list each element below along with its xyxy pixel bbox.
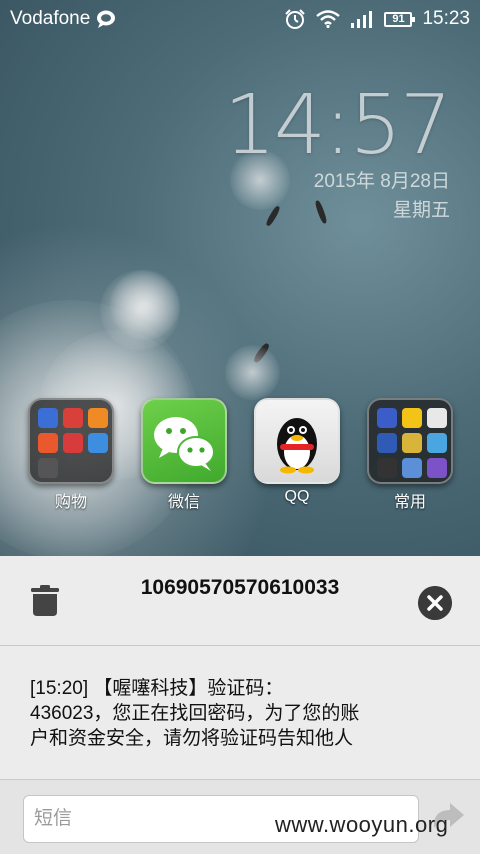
app-label: QQ	[284, 488, 310, 505]
mini-app-icon	[402, 458, 422, 478]
message-text-line: [15:20] 【喔噻科技】验证码：	[30, 678, 284, 699]
mini-app-icon	[377, 408, 397, 428]
app-wechat[interactable]: 微信	[140, 398, 228, 512]
mini-app-icon	[88, 408, 108, 428]
carrier-group: Vodafone	[10, 8, 116, 30]
app-label: 购物	[54, 494, 87, 511]
dandelion-seed	[314, 199, 328, 225]
wechat-bubbles-icon	[154, 417, 215, 471]
dandelion-fluff	[225, 345, 280, 400]
app-folder-shopping[interactable]: 购物	[27, 398, 115, 512]
mini-app-icon	[88, 433, 108, 453]
wechat-icon	[141, 398, 227, 484]
mini-app-icon	[427, 408, 447, 428]
close-icon[interactable]	[418, 586, 452, 620]
app-folder-common[interactable]: 常用	[366, 398, 454, 512]
mini-app-icon	[377, 433, 397, 453]
status-time: 15:23	[422, 8, 470, 29]
mini-app-icon	[63, 408, 83, 428]
watermark-text: www.wooyun.org	[275, 812, 449, 837]
message-sender: 10690570570610033	[140, 576, 340, 599]
mini-app-icon	[427, 458, 447, 478]
status-icons: 91 15:23	[284, 8, 470, 30]
message-bubble-icon	[97, 10, 116, 28]
mini-app-icon	[38, 408, 58, 428]
signal-icon	[351, 11, 373, 28]
shopping-folder-icon	[28, 398, 114, 484]
mini-app-icon	[402, 433, 422, 453]
common-folder-icon	[367, 398, 453, 484]
alarm-icon	[285, 9, 306, 29]
app-label: 常用	[393, 494, 426, 511]
wifi-icon	[316, 10, 341, 28]
app-qq[interactable]: QQ	[253, 398, 341, 506]
message-text-line: 436023，您正在找回密码，为了您的账	[30, 703, 360, 724]
message-popup-header: 10690570570610033	[0, 556, 480, 646]
mini-app-icon	[38, 433, 58, 453]
clock-widget-time[interactable]: 14:57	[224, 78, 452, 173]
app-label: 微信	[167, 494, 200, 511]
clock-widget-date: 2015年 8月28日	[313, 171, 450, 192]
battery-icon: 91	[384, 11, 416, 27]
message-text-line: 户和资金安全，请勿将验证码告知他人	[30, 728, 354, 749]
mini-app-icon	[427, 433, 447, 453]
status-bar: Vodafone 91 15:23	[0, 0, 480, 38]
mini-app-icon	[63, 433, 83, 453]
qq-penguin-icon	[254, 398, 340, 484]
clock-widget-weekday: 星期五	[392, 200, 450, 221]
mini-app-icon	[402, 408, 422, 428]
carrier-name: Vodafone	[10, 8, 91, 29]
mini-app-icon	[377, 458, 397, 478]
message-body: [15:20] 【喔噻科技】验证码： 436023，您正在找回密码，为了您的账 …	[0, 646, 480, 780]
dandelion-fluff	[110, 270, 180, 340]
penguin-icon	[277, 418, 317, 474]
mini-app-icon	[38, 458, 58, 478]
